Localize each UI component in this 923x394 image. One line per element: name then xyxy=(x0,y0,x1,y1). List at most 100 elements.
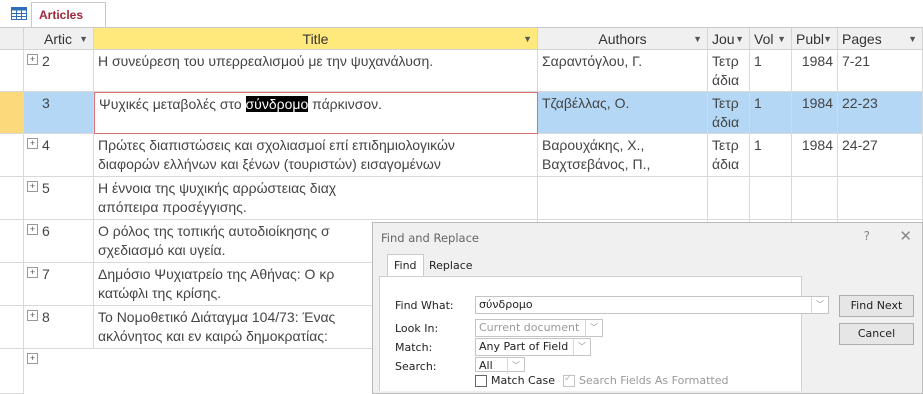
cell-id[interactable]: 4 xyxy=(24,134,94,177)
cell-title-line: διαφορών ελλήνων και ξένων (τουριστών) ε… xyxy=(98,156,441,172)
cell-journal-line: άδια xyxy=(712,156,740,172)
match-select[interactable]: Any Part of Field ﹀ xyxy=(475,338,591,356)
cell-id[interactable]: 5 xyxy=(24,177,94,220)
cell-authors[interactable]: Βαρουχάκης, Χ., Βαχτσεβάνος, Π., xyxy=(538,134,708,177)
record-selector[interactable] xyxy=(0,263,24,306)
cell-id[interactable]: 8 xyxy=(24,306,94,349)
checkmark-icon: ✓ xyxy=(564,373,573,384)
cell-published[interactable]: 1984 xyxy=(792,92,838,134)
look-in-value: Current document xyxy=(479,321,580,334)
tab-articles[interactable]: Articles xyxy=(31,2,107,27)
cell-pages[interactable]: 22-23 xyxy=(838,92,923,134)
match-case-label: Match Case xyxy=(491,374,555,387)
table-row[interactable]: + 2 Η συνεύρεση του υπερρεαλισμού με την… xyxy=(0,50,923,92)
chevron-down-icon[interactable]: ﹀ xyxy=(585,320,602,336)
search-select[interactable]: All ﹀ xyxy=(475,357,525,374)
column-header-journal[interactable]: Jou ▼ xyxy=(708,28,750,50)
cell-authors[interactable]: Σαραντόγλου, Γ. xyxy=(538,50,708,92)
record-selector[interactable] xyxy=(0,220,24,263)
cell-title[interactable]: Η έννοια της ψυχικής αρρώστειας διαχ από… xyxy=(94,177,538,220)
cell-title[interactable]: Πρώτες διαπιστώσεις και σχολιασμοί επί ε… xyxy=(94,134,538,177)
expand-icon[interactable]: + xyxy=(27,353,38,364)
cell-title[interactable]: Ψυχικές μεταβολές στο σύνδρομο πάρκινσον… xyxy=(94,92,538,134)
cell-title[interactable]: Η συνεύρεση του υπερρεαλισμού με την ψυχ… xyxy=(94,50,538,92)
find-what-label: Find What: xyxy=(395,299,454,312)
chevron-down-icon[interactable]: ﹀ xyxy=(811,297,828,313)
cancel-button[interactable]: Cancel xyxy=(839,323,914,345)
column-header-title[interactable]: Title ▼ xyxy=(94,28,538,50)
cell-authors[interactable] xyxy=(538,177,708,220)
cell-journal-line: Τετρ xyxy=(712,137,739,153)
match-case-checkbox[interactable] xyxy=(475,375,487,387)
select-all-corner[interactable] xyxy=(0,28,24,50)
column-header-volume[interactable]: Vol ▼ xyxy=(750,28,792,50)
cell-journal-line: Τετρ xyxy=(712,53,739,69)
cell-volume[interactable]: 1 xyxy=(750,134,792,177)
chevron-down-icon[interactable]: ▼ xyxy=(908,28,917,49)
close-icon[interactable]: ✕ xyxy=(899,227,912,245)
chevron-down-icon[interactable]: ▼ xyxy=(79,28,88,49)
record-selector[interactable] xyxy=(0,306,24,349)
cell-id[interactable]: 2 xyxy=(24,50,94,92)
cell-id[interactable]: 6 xyxy=(24,220,94,263)
cell-id[interactable]: 7 xyxy=(24,263,94,306)
cell-journal-line: άδια xyxy=(712,72,740,88)
cell-title-line: απόπειρα προσέγγισης. xyxy=(98,199,247,215)
cell-published[interactable] xyxy=(792,177,838,220)
column-header-authors-label: Authors xyxy=(598,31,647,47)
table-row-current[interactable]: + 3 Ψυχικές μεταβολές στο σύνδρομο πάρκι… xyxy=(0,92,923,134)
cell-title-line: Πρώτες διαπιστώσεις και σχολιασμοί επί ε… xyxy=(98,137,455,153)
tab-replace[interactable]: Replace xyxy=(423,256,479,276)
column-header-published[interactable]: Publ ▼ xyxy=(792,28,838,50)
found-text-highlight: σύνδρομο xyxy=(245,96,309,112)
cell-journal[interactable] xyxy=(708,177,750,220)
column-header-pages-label: Pages xyxy=(842,31,882,47)
column-header-authors[interactable]: Authors ▼ xyxy=(538,28,708,50)
cell-journal[interactable]: Τετρ άδια xyxy=(708,92,750,134)
help-icon[interactable]: ? xyxy=(864,229,870,243)
cell-authors-line: Βαρουχάκης, Χ., xyxy=(542,137,645,153)
cell-journal-line: άδια xyxy=(712,114,740,130)
cell-volume[interactable]: 1 xyxy=(750,92,792,134)
cell-published[interactable]: 1984 xyxy=(792,50,838,92)
cell-volume[interactable]: 1 xyxy=(750,50,792,92)
record-selector[interactable] xyxy=(0,134,24,177)
column-header-pages[interactable]: Pages ▼ xyxy=(838,28,923,50)
record-selector[interactable] xyxy=(0,177,24,220)
cell-pages[interactable]: 7-21 xyxy=(838,50,923,92)
find-next-button[interactable]: Find Next xyxy=(839,295,914,317)
column-header-published-label: Publ xyxy=(796,31,825,47)
cell-authors[interactable]: Τζαβέλλας, Ο. xyxy=(538,92,708,134)
look-in-select[interactable]: Current document ﹀ xyxy=(475,319,603,337)
record-selector[interactable] xyxy=(0,92,24,134)
cell-pages[interactable]: 24-27 xyxy=(838,134,923,177)
chevron-down-icon[interactable]: ▼ xyxy=(823,28,832,49)
chevron-down-icon[interactable]: ▼ xyxy=(735,28,744,49)
find-what-input[interactable]: σύνδρομο ﹀ xyxy=(475,296,829,314)
cell-volume[interactable] xyxy=(750,177,792,220)
chevron-down-icon[interactable]: ▼ xyxy=(777,28,786,49)
chevron-down-icon[interactable]: ▼ xyxy=(523,28,532,49)
cell-authors-line: Τζαβέλλας, Ο. xyxy=(542,95,630,111)
cell-published[interactable]: 1984 xyxy=(792,134,838,177)
record-selector[interactable] xyxy=(0,50,24,92)
chevron-down-icon[interactable]: ▼ xyxy=(693,28,702,49)
record-selector[interactable] xyxy=(0,349,24,394)
chevron-down-icon[interactable]: ﹀ xyxy=(507,358,524,374)
column-header-id[interactable]: Artic ▼ xyxy=(24,28,94,50)
object-tab-bar: Articles xyxy=(0,0,923,28)
cell-title-text: πάρκινσον. xyxy=(308,96,383,112)
match-label: Match: xyxy=(395,341,433,354)
cell-journal[interactable]: Τετρ άδια xyxy=(708,134,750,177)
dialog-title: Find and Replace xyxy=(381,231,479,245)
table-row[interactable]: + 4 Πρώτες διαπιστώσεις και σχολιασμοί ε… xyxy=(0,134,923,177)
cell-journal[interactable]: Τετρ άδια xyxy=(708,50,750,92)
chevron-down-icon[interactable]: ﹀ xyxy=(573,339,590,355)
column-header-title-label: Title xyxy=(302,31,329,47)
cell-id[interactable]: 3 xyxy=(24,92,94,134)
tab-find[interactable]: Find xyxy=(387,254,424,277)
table-row[interactable]: + 5 Η έννοια της ψυχικής αρρώστειας διαχ… xyxy=(0,177,923,220)
cell-pages[interactable] xyxy=(838,177,923,220)
table-icon xyxy=(11,7,27,20)
column-header-journal-label: Jou xyxy=(712,31,735,47)
